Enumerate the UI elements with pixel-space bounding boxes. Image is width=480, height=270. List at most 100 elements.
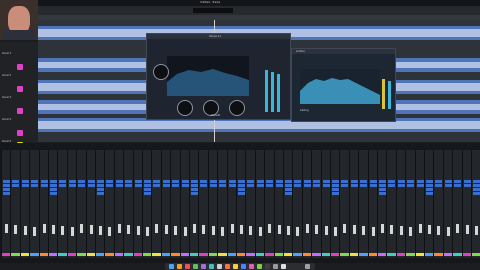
fader-handle[interactable]	[362, 226, 366, 235]
insert-slot[interactable]	[313, 184, 321, 187]
insert-slot[interactable]	[247, 180, 255, 183]
insert-slot[interactable]	[181, 180, 189, 183]
fader-handle[interactable]	[465, 225, 469, 234]
insert-slot[interactable]	[219, 180, 227, 183]
insert-slot[interactable]	[416, 184, 424, 187]
fader-handle[interactable]	[61, 226, 65, 235]
fader-handle[interactable]	[52, 225, 55, 234]
insert-slot[interactable]	[115, 184, 123, 187]
fader-handle[interactable]	[164, 225, 168, 234]
fader-handle[interactable]	[99, 226, 102, 235]
track-header[interactable]: Vocal 2	[2, 74, 36, 96]
fader-handle[interactable]	[268, 224, 272, 233]
insert-slot[interactable]	[3, 188, 10, 191]
insert-slot[interactable]	[191, 180, 198, 183]
insert-slot[interactable]	[162, 180, 170, 183]
fader-handle[interactable]	[14, 225, 18, 234]
insert-slot[interactable]	[426, 188, 433, 191]
insert-slot[interactable]	[50, 192, 57, 195]
plugin-titlebar[interactable]: Ozone 11	[147, 34, 290, 39]
insert-slot[interactable]	[106, 180, 114, 183]
insert-slot[interactable]	[369, 180, 377, 183]
insert-slot[interactable]	[50, 184, 57, 187]
insert-slot[interactable]	[144, 188, 151, 191]
insert-slot[interactable]	[454, 180, 462, 183]
insert-slot[interactable]	[209, 180, 217, 183]
insert-slot[interactable]	[426, 184, 433, 187]
insert-slot[interactable]	[332, 192, 339, 195]
fader-handle[interactable]	[89, 225, 93, 234]
transport-display[interactable]	[193, 8, 233, 13]
insert-slot[interactable]	[209, 184, 217, 187]
fader-handle[interactable]	[183, 227, 187, 236]
insert-slot[interactable]	[50, 188, 57, 191]
fader-handle[interactable]	[428, 225, 431, 234]
plugin-titlebar[interactable]: Limiter	[292, 49, 395, 54]
insert-slot[interactable]	[285, 184, 292, 187]
app-icon[interactable]	[273, 264, 278, 269]
app-icon[interactable]	[233, 264, 238, 269]
app-icon[interactable]	[241, 264, 246, 269]
insert-slot[interactable]	[238, 192, 245, 195]
insert-slot[interactable]	[172, 184, 180, 187]
fader-handle[interactable]	[456, 224, 460, 233]
insert-slot[interactable]	[162, 184, 170, 187]
insert-slot[interactable]	[238, 180, 245, 183]
insert-slot[interactable]	[332, 180, 339, 183]
fader-handle[interactable]	[127, 225, 131, 234]
insert-slot[interactable]	[3, 192, 10, 195]
insert-slot[interactable]	[181, 184, 189, 187]
insert-slot[interactable]	[125, 180, 133, 183]
app-icon[interactable]	[217, 264, 222, 269]
fader-handle[interactable]	[399, 226, 403, 235]
insert-slot[interactable]	[219, 184, 227, 187]
input-knob[interactable]	[153, 64, 169, 80]
insert-slot[interactable]	[285, 188, 292, 191]
insert-slot[interactable]	[228, 180, 236, 183]
fader-handle[interactable]	[446, 227, 450, 236]
insert-slot[interactable]	[407, 180, 415, 183]
insert-slot[interactable]	[153, 184, 161, 187]
fader-handle[interactable]	[296, 227, 300, 236]
app-icon[interactable]	[201, 264, 206, 269]
record-button[interactable]	[17, 108, 23, 114]
track-header[interactable]: Vocal 3	[2, 96, 36, 118]
insert-slot[interactable]	[144, 184, 151, 187]
app-icon[interactable]	[193, 264, 198, 269]
insert-slot[interactable]	[144, 180, 151, 183]
track-header[interactable]: Vocal 1	[2, 52, 36, 74]
insert-slot[interactable]	[153, 180, 161, 183]
insert-slot[interactable]	[379, 188, 386, 191]
insert-slot[interactable]	[115, 180, 123, 183]
fader-handle[interactable]	[108, 227, 112, 236]
app-icon[interactable]	[177, 264, 182, 269]
insert-slot[interactable]	[97, 184, 104, 187]
insert-slot[interactable]	[473, 184, 480, 187]
insert-slot[interactable]	[332, 188, 339, 191]
fader-handle[interactable]	[202, 225, 206, 234]
insert-slot[interactable]	[473, 188, 480, 191]
insert-slot[interactable]	[256, 184, 264, 187]
plugin-window-limiter[interactable]: Limiter Ceiling	[291, 48, 396, 122]
insert-slot[interactable]	[97, 188, 104, 191]
insert-slot[interactable]	[31, 180, 39, 183]
fader-handle[interactable]	[390, 225, 394, 234]
app-icon[interactable]	[265, 264, 270, 269]
insert-slot[interactable]	[266, 184, 274, 187]
insert-slot[interactable]	[388, 184, 396, 187]
insert-slot[interactable]	[294, 184, 302, 187]
fader-handle[interactable]	[249, 226, 253, 235]
fader-handle[interactable]	[437, 226, 441, 235]
insert-slot[interactable]	[360, 180, 368, 183]
module-spectrum[interactable]	[167, 56, 249, 96]
insert-slot[interactable]	[426, 192, 433, 195]
fader-handle[interactable]	[418, 224, 422, 233]
fader-handle[interactable]	[5, 224, 8, 233]
insert-slot[interactable]	[341, 184, 349, 187]
fader-handle[interactable]	[70, 227, 74, 236]
fader-handle[interactable]	[334, 227, 337, 236]
app-icon[interactable]	[185, 264, 190, 269]
insert-slot[interactable]	[463, 180, 471, 183]
insert-slot[interactable]	[125, 184, 133, 187]
insert-slot[interactable]	[360, 184, 368, 187]
